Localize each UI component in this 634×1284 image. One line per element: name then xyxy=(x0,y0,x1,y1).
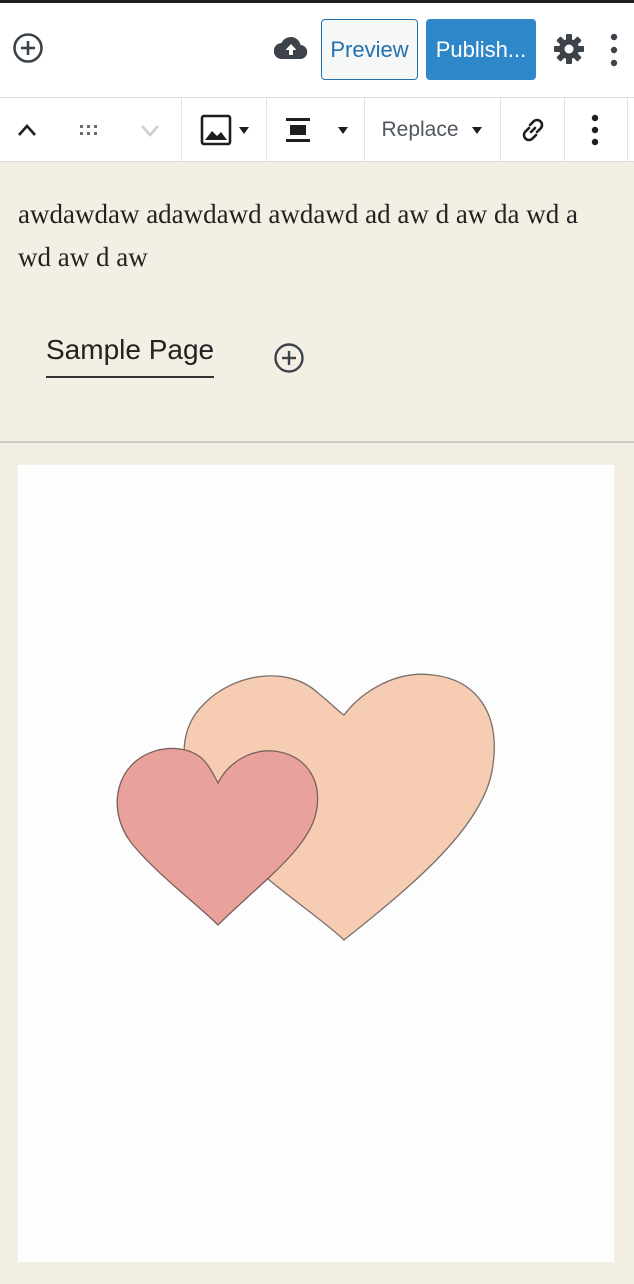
add-block-icon[interactable] xyxy=(10,30,46,66)
toolbar-separator xyxy=(364,98,365,161)
nav-link-sample-page[interactable]: Sample Page xyxy=(46,334,215,378)
hearts-image xyxy=(116,673,495,941)
replace-label: Replace xyxy=(381,117,459,141)
block-options-button[interactable] xyxy=(578,98,612,161)
align-center-icon xyxy=(286,117,310,142)
more-vertical-icon[interactable] xyxy=(604,30,624,70)
publish-button[interactable]: Publish... xyxy=(426,19,536,80)
move-down-button[interactable] xyxy=(131,98,169,161)
caret-down-icon xyxy=(338,126,348,134)
more-vertical-icon xyxy=(591,114,599,145)
move-up-button[interactable] xyxy=(8,98,46,161)
align-button[interactable] xyxy=(280,98,352,161)
drag-handle-icon xyxy=(80,124,97,135)
preview-button-label: Preview xyxy=(330,36,409,62)
chevron-down-icon xyxy=(141,124,159,137)
editor-header: Preview Publish... xyxy=(0,3,634,98)
gear-icon[interactable] xyxy=(552,32,586,66)
caret-down-icon xyxy=(239,126,249,134)
image-icon xyxy=(200,114,232,145)
block-type-button[interactable] xyxy=(192,98,258,161)
toolbar-separator xyxy=(266,98,267,161)
toolbar-separator xyxy=(627,98,628,161)
replace-button[interactable]: Replace xyxy=(372,98,492,161)
drag-handle[interactable] xyxy=(70,98,108,161)
paragraph-block[interactable]: awdawdaw adawdawd awdawd ad aw d aw da w… xyxy=(18,193,608,279)
toolbar-separator xyxy=(181,98,182,161)
separator-block xyxy=(0,441,634,443)
caret-down-icon xyxy=(471,126,482,134)
link-button[interactable] xyxy=(512,98,554,161)
image-block[interactable] xyxy=(18,465,614,1262)
cloud-upload-icon[interactable] xyxy=(273,33,309,63)
block-toolbar: Replace xyxy=(0,98,634,162)
add-nav-item-icon[interactable] xyxy=(272,341,306,375)
link-icon xyxy=(522,118,544,141)
toolbar-separator xyxy=(564,98,565,161)
publish-button-label: Publish... xyxy=(435,36,527,62)
toolbar-separator xyxy=(500,98,501,161)
preview-button[interactable]: Preview xyxy=(321,19,418,80)
chevron-up-icon xyxy=(18,123,36,136)
